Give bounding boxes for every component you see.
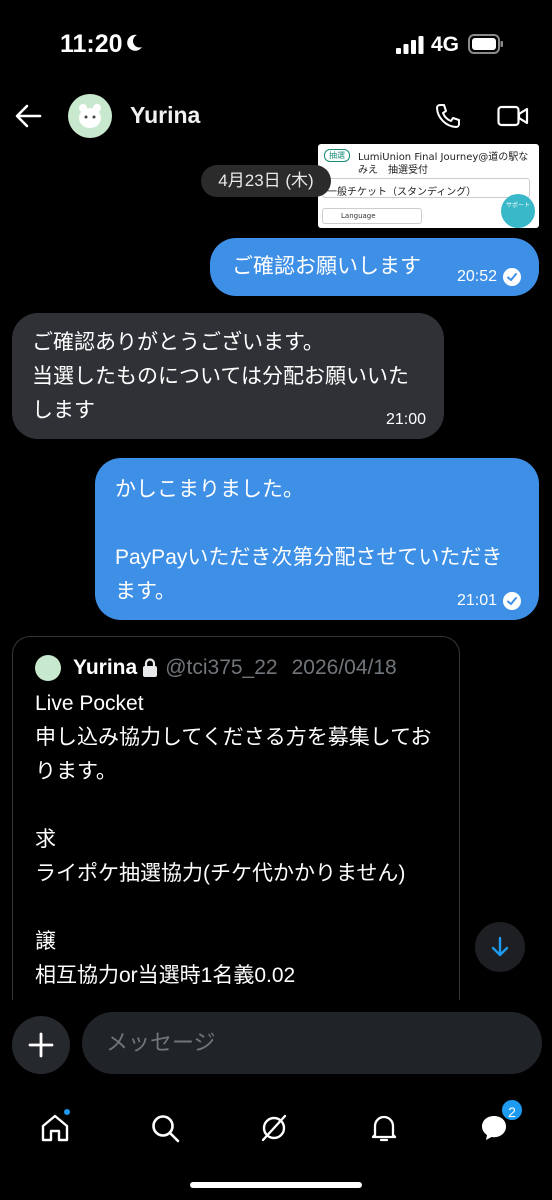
conversation-header: Yurina bbox=[0, 92, 552, 142]
quoted-post-handle: @tci375_22 bbox=[165, 656, 278, 679]
status-time: 11:20 bbox=[60, 30, 123, 58]
message-text: ご確認ありがとうございます。 当選したものについては分配お願いいたします bbox=[32, 331, 409, 422]
language-label: Language bbox=[341, 212, 376, 220]
notification-dot bbox=[62, 1107, 72, 1117]
scroll-to-bottom-button[interactable] bbox=[475, 922, 525, 972]
plus-icon bbox=[28, 1032, 54, 1058]
battery-icon bbox=[468, 34, 503, 54]
message-meta: 21:01 bbox=[457, 592, 521, 610]
nav-search[interactable] bbox=[137, 1100, 193, 1156]
arrow-down-icon bbox=[491, 936, 509, 957]
status-bar: 11:20 4G bbox=[0, 0, 552, 92]
bell-icon bbox=[371, 1115, 397, 1142]
network-type: 4G bbox=[431, 33, 460, 56]
message-bubble-outgoing[interactable]: ご確認お願いします 20:52 bbox=[210, 238, 539, 296]
signal-icon bbox=[396, 36, 424, 54]
messages-count-badge: 2 bbox=[500, 1098, 524, 1122]
message-bubble-outgoing[interactable]: かしこまりました。 PayPayいただき次第分配させていただきます。 21:01 bbox=[95, 458, 539, 620]
message-input[interactable] bbox=[82, 1012, 542, 1074]
language-select: Language bbox=[322, 208, 422, 224]
date-separator: 4月23日 (木) bbox=[201, 165, 331, 197]
nav-home[interactable] bbox=[27, 1100, 83, 1156]
message-text: かしこまりました。 PayPayいただき次第分配させていただきます。 bbox=[115, 478, 503, 603]
nav-grok[interactable] bbox=[246, 1100, 302, 1156]
search-icon bbox=[152, 1115, 180, 1143]
quoted-post-body: Live Pocket 申し込み協力してくださる方を募集しております。 求 ライ… bbox=[35, 692, 432, 987]
bottom-navigation: 2 bbox=[0, 1090, 552, 1200]
attachment-title-line2: みえ 抽選受付 bbox=[358, 165, 428, 176]
conversation-name[interactable]: Yurina bbox=[130, 102, 200, 129]
nav-messages[interactable]: 2 bbox=[466, 1098, 524, 1156]
support-button: サポート bbox=[501, 194, 535, 228]
video-call-icon[interactable] bbox=[497, 104, 529, 128]
home-indicator bbox=[190, 1182, 362, 1188]
add-attachment-button[interactable] bbox=[12, 1016, 70, 1074]
home-icon bbox=[41, 1114, 69, 1142]
image-attachment[interactable]: 抽選 LumiUnion Final Journey@道の駅な みえ 抽選受付 … bbox=[318, 144, 539, 228]
quoted-post-date: 2026/04/18 bbox=[291, 656, 397, 679]
support-label: サポート bbox=[505, 202, 530, 209]
ticket-box: 一般チケット（スタンディング） bbox=[322, 178, 530, 198]
avatar-face-icon bbox=[79, 104, 101, 128]
ticket-label: 一般チケット（スタンディング） bbox=[327, 187, 477, 198]
read-check-icon bbox=[503, 592, 521, 610]
quoted-post-name: Yurina bbox=[73, 656, 138, 679]
message-meta: 21:00 bbox=[386, 411, 426, 429]
quoted-post-avatar bbox=[35, 655, 61, 681]
quoted-post-card[interactable]: Yurina @tci375_22 2026/04/18 Live Pocket… bbox=[12, 636, 460, 1016]
message-time: 21:00 bbox=[385, 411, 426, 428]
back-arrow-icon[interactable] bbox=[14, 102, 42, 130]
message-composer bbox=[0, 1000, 552, 1090]
message-meta: 20:52 bbox=[457, 268, 521, 286]
message-text: ご確認お願いします bbox=[232, 255, 421, 278]
lock-icon bbox=[143, 658, 158, 677]
message-bubble-incoming[interactable]: ご確認ありがとうございます。 当選したものについては分配お願いいたします 21:… bbox=[12, 313, 444, 439]
draw-badge: 抽選 bbox=[324, 149, 350, 162]
phone-call-icon[interactable] bbox=[434, 102, 462, 130]
message-time: 21:01 bbox=[456, 592, 497, 609]
nav-notifications[interactable] bbox=[356, 1100, 412, 1156]
quoted-post-header: Yurina @tci375_22 2026/04/18 bbox=[35, 655, 397, 681]
moon-icon bbox=[127, 34, 142, 51]
read-check-icon bbox=[503, 268, 521, 286]
message-time: 20:52 bbox=[456, 268, 497, 285]
grok-icon bbox=[261, 1114, 287, 1142]
avatar[interactable] bbox=[68, 94, 112, 138]
